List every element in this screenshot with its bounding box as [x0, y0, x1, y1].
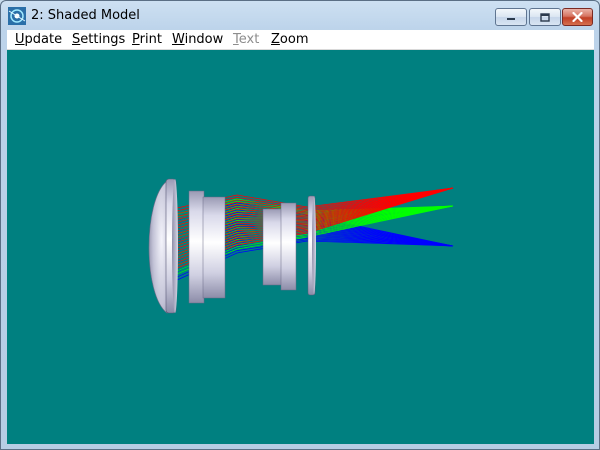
menu-text-rest: ext [238, 32, 260, 47]
second-lens-outer [188, 190, 205, 304]
menu-update-rest: pdate [24, 32, 63, 47]
title-bar[interactable]: 2: Shaded Model [1, 1, 599, 30]
menu-update-mnemonic: U [15, 32, 25, 47]
minimize-icon [507, 18, 515, 20]
menu-print-mnemonic: P [132, 32, 140, 47]
menu-print[interactable]: Print [132, 32, 162, 47]
menu-text[interactable]: Text [233, 32, 259, 47]
menu-zoom-rest: oom [279, 32, 309, 47]
shaded-lens-model [148, 178, 454, 314]
second-lens-body [202, 196, 226, 299]
menu-window-mnemonic: W [172, 32, 185, 47]
menu-update[interactable]: Update [15, 32, 62, 47]
menu-settings-rest: ettings [80, 32, 126, 47]
menu-zoom[interactable]: Zoom [271, 32, 308, 47]
model-viewport[interactable] [7, 50, 594, 444]
menu-settings[interactable]: Settings [72, 32, 125, 47]
maximize-button[interactable] [529, 8, 561, 26]
third-lens-body [280, 202, 297, 291]
app-window: 2: Shaded Model Update Settings Print Wi… [0, 0, 600, 450]
maximize-icon [540, 12, 550, 22]
menu-bar: Update Settings Print Window Text Zoom [7, 30, 594, 50]
minimize-button[interactable] [495, 8, 527, 26]
fourth-lens-edge [312, 196, 316, 294]
menu-window-rest: indow [184, 32, 224, 47]
window-title: 2: Shaded Model [31, 8, 140, 23]
lens-app-icon [8, 7, 26, 25]
close-button[interactable] [562, 8, 593, 26]
menu-window[interactable]: Window [172, 32, 223, 47]
menu-print-rest: rint [139, 32, 162, 47]
close-icon [572, 12, 583, 22]
third-lens-inner [262, 208, 284, 286]
front-lens-dome [148, 180, 168, 314]
menu-zoom-mnemonic: Z [271, 32, 280, 47]
front-lens-edge [172, 179, 178, 313]
